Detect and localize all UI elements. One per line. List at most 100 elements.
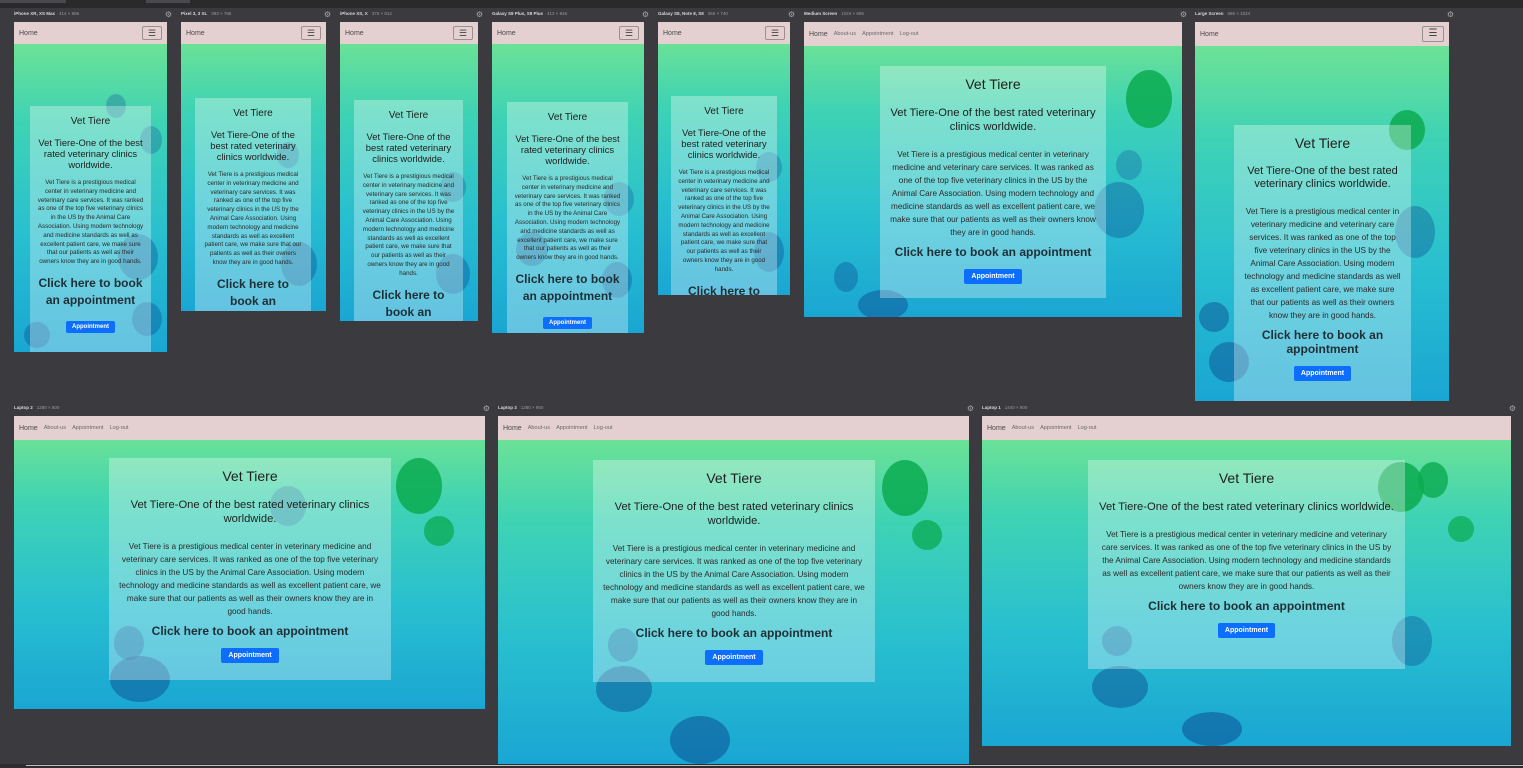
frame-name: Galaxy S8, Note 8, S8 — [658, 11, 704, 16]
editor-tab[interactable] — [146, 0, 190, 3]
appointment-button[interactable]: Appointment — [705, 650, 763, 665]
appointment-button[interactable]: Appointment — [66, 320, 115, 333]
hamburger-icon[interactable]: ☰ — [1422, 26, 1444, 42]
page-preview: Home ☰ Vet Tiere Vet Tiere-One of the be… — [658, 22, 790, 295]
navbar: Home About-us Appointment Log-out — [982, 416, 1511, 440]
nav-link-about-us[interactable]: About-us — [44, 425, 66, 431]
booking-cta-text: Click here to book an appointment — [1261, 328, 1384, 356]
frame-dimensions: 1440 × 900 — [1004, 405, 1028, 410]
paw-print-decoration — [670, 716, 730, 764]
paw-print-decoration — [396, 458, 442, 514]
gear-icon[interactable]: ⚙ — [483, 404, 490, 413]
hero-card: Vet Tiere Vet Tiere-One of the best rate… — [507, 102, 628, 333]
page-title: Vet Tiere — [388, 110, 429, 121]
nav-link-about-us[interactable]: About-us — [1012, 425, 1034, 431]
device-frame[interactable]: Laptop 3 1280 × 950 ⚙ Home About-us Appoi… — [498, 404, 974, 764]
device-frame[interactable]: iPhone XS, X 375 × 812 ⚙ Home ☰ Vet Tiere… — [340, 10, 483, 321]
nav-brand-home[interactable]: Home — [987, 425, 1006, 432]
frame-label: iPhone XR, XS Max 414 × 896 — [14, 11, 79, 16]
nav-brand-home[interactable]: Home — [345, 30, 364, 37]
paw-print-decoration — [1116, 150, 1142, 180]
nav-brand-home[interactable]: Home — [186, 30, 205, 37]
nav-brand-home[interactable]: Home — [503, 425, 522, 432]
nav-link-appointment[interactable]: Appointment — [72, 425, 103, 431]
nav-link-appointment[interactable]: Appointment — [1040, 425, 1071, 431]
page-title: Vet Tiere — [233, 108, 273, 119]
description-text: Vet Tiere is a prestigious medical cente… — [119, 542, 381, 616]
device-frame[interactable]: iPhone XR, XS Max 414 × 896 ⚙ Home ☰ Vet … — [14, 10, 172, 352]
booking-cta-text: Click here to book an appointment — [151, 624, 349, 638]
nav-link-appointment[interactable]: Appointment — [556, 425, 587, 431]
nav-link-log-out[interactable]: Log-out — [110, 425, 129, 431]
frame-name: Laptop 3 — [498, 405, 517, 410]
hamburger-icon[interactable]: ☰ — [619, 26, 639, 40]
paw-print-decoration — [1448, 516, 1474, 542]
nav-brand-home[interactable]: Home — [809, 31, 828, 38]
page-preview: Home About-us Appointment Log-out Vet Ti… — [982, 416, 1511, 746]
gear-icon[interactable]: ⚙ — [1447, 10, 1454, 19]
gear-icon[interactable]: ⚙ — [1180, 10, 1187, 19]
nav-link-log-out[interactable]: Log-out — [594, 425, 613, 431]
paw-print-decoration — [1199, 302, 1229, 332]
device-frame[interactable]: Laptop 2 1280 × 800 ⚙ Home About-us Appoi… — [14, 404, 490, 709]
frame-label: iPhone XS, X 375 × 812 — [340, 11, 392, 16]
frame-dimensions: 1280 × 800 — [36, 405, 60, 410]
nav-brand-home[interactable]: Home — [19, 30, 38, 37]
device-frame[interactable]: Large Screen 686 × 1024 ⚙ Home ☰ Vet Tier… — [1195, 10, 1454, 401]
gear-icon[interactable]: ⚙ — [324, 10, 331, 19]
appointment-button[interactable]: Appointment — [1293, 366, 1352, 381]
gear-icon[interactable]: ⚙ — [165, 10, 172, 19]
nav-link-log-out[interactable]: Log-out — [900, 31, 919, 37]
hero-card: Vet Tiere Vet Tiere-One of the best rate… — [1234, 125, 1411, 401]
nav-link-about-us[interactable]: About-us — [528, 425, 550, 431]
page-title: Vet Tiere — [70, 116, 111, 127]
navbar: Home About-us Appointment Log-out — [14, 416, 485, 440]
page-subtitle: Vet Tiere-One of the best rated veterina… — [1099, 501, 1394, 513]
device-frame[interactable]: Galaxy S8 Plus, S8 Plus 412 × 846 ⚙ Home … — [492, 10, 649, 333]
gear-icon[interactable]: ⚙ — [1509, 404, 1516, 413]
gear-icon[interactable]: ⚙ — [967, 404, 974, 413]
nav-brand-home[interactable]: Home — [497, 30, 516, 37]
frame-dimensions: 375 × 812 — [371, 11, 392, 16]
editor-tab[interactable] — [0, 0, 66, 3]
hero-card: Vet Tiere Vet Tiere-One of the best rate… — [671, 96, 777, 295]
description-text: Vet Tiere is a prestigious medical cente… — [1101, 530, 1392, 591]
frame-label: Galaxy S8, Note 8, S8 360 × 740 — [658, 11, 728, 16]
hamburger-icon[interactable]: ☰ — [142, 26, 162, 40]
page-subtitle: Vet Tiere-One of the best rated veterina… — [365, 131, 452, 164]
editor-top-bar — [0, 0, 1523, 8]
nav-brand-home[interactable]: Home — [663, 30, 682, 37]
page-title: Vet Tiere — [965, 76, 1021, 92]
appointment-button[interactable]: Appointment — [964, 269, 1022, 284]
device-frame[interactable]: Pixel 3, 3 XL 393 × 786 ⚙ Home ☰ Vet Tier… — [181, 10, 331, 311]
description-text: Vet Tiere is a prestigious medical cente… — [362, 173, 455, 277]
page-subtitle: Vet Tiere-One of the best rated veterina… — [681, 127, 767, 160]
nav-brand-home[interactable]: Home — [1200, 31, 1219, 38]
gear-icon[interactable]: ⚙ — [476, 10, 483, 19]
booking-cta-text: Click here to book an appointment — [515, 271, 620, 303]
appointment-button[interactable]: Appointment — [221, 648, 279, 663]
hamburger-icon[interactable]: ☰ — [453, 26, 473, 40]
page-subtitle: Vet Tiere-One of the best rated veterina… — [515, 133, 620, 166]
page-preview: Home ☰ Vet Tiere Vet Tiere-One of the be… — [14, 22, 167, 352]
hamburger-icon[interactable]: ☰ — [765, 26, 785, 40]
nav-link-appointment[interactable]: Appointment — [862, 31, 893, 37]
gear-icon[interactable]: ⚙ — [788, 10, 795, 19]
paw-print-decoration — [1182, 712, 1242, 746]
page-subtitle: Vet Tiere-One of the best rated veterina… — [210, 129, 296, 162]
device-frame[interactable]: Galaxy S8, Note 8, S8 360 × 740 ⚙ Home ☰ … — [658, 10, 795, 295]
appointment-button[interactable]: Appointment — [1217, 623, 1276, 638]
navbar: Home About-us Appointment Log-out — [498, 416, 969, 440]
frame-label: Galaxy S8 Plus, S8 Plus 412 × 846 — [492, 11, 567, 16]
appointment-button[interactable]: Appointment — [543, 316, 592, 329]
frame-dimensions: 1280 × 950 — [520, 405, 544, 410]
navbar: Home ☰ — [14, 22, 167, 44]
device-frame[interactable]: Medium Screen 1024 × 665 ⚙ Home About-us … — [804, 10, 1187, 317]
frame-name: Pixel 3, 3 XL — [181, 11, 208, 16]
nav-link-log-out[interactable]: Log-out — [1078, 425, 1097, 431]
device-frame[interactable]: Laptop 1 1440 × 900 ⚙ Home About-us Appoi… — [982, 404, 1516, 746]
gear-icon[interactable]: ⚙ — [642, 10, 649, 19]
hamburger-icon[interactable]: ☰ — [301, 26, 321, 40]
nav-brand-home[interactable]: Home — [19, 425, 38, 432]
nav-link-about-us[interactable]: About-us — [834, 31, 856, 37]
